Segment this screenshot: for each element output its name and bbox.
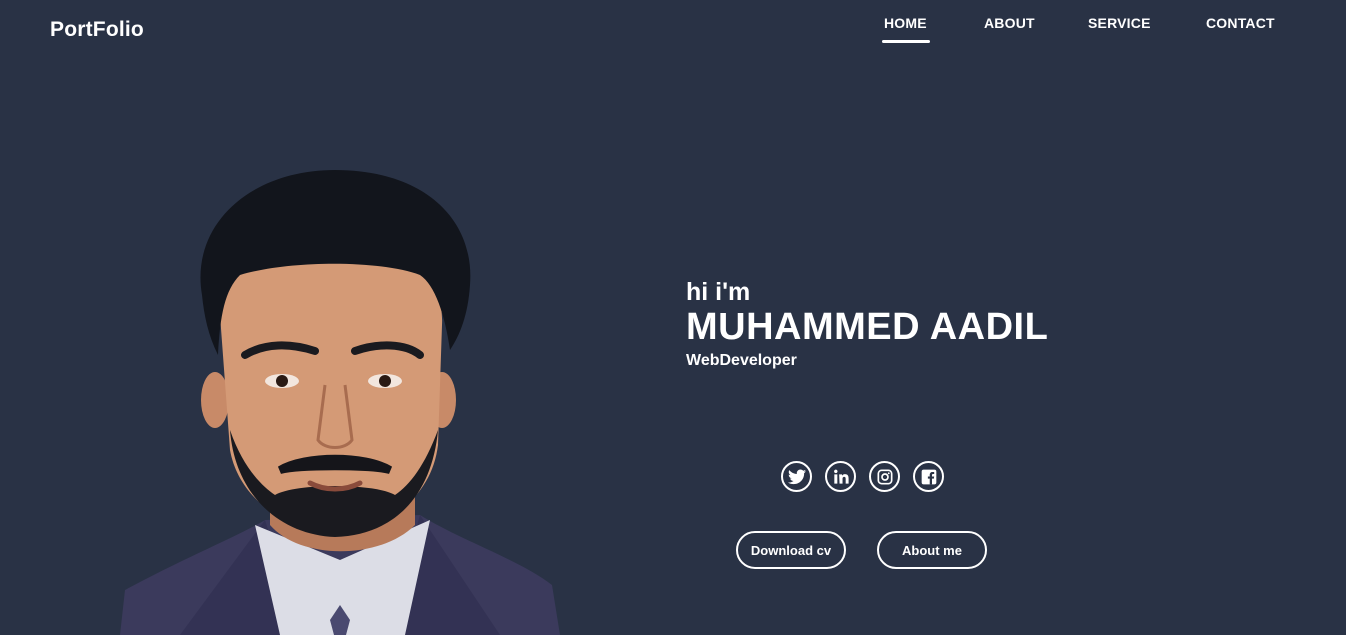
portfolio-page: PortFolio HOME ABOUT SERVICE CONTACT hi … [0,0,1346,635]
social-links [781,461,944,492]
download-cv-button[interactable]: Download cv [736,531,846,569]
facebook-icon[interactable] [913,461,944,492]
linkedin-icon[interactable] [825,461,856,492]
hero-role: WebDeveloper [686,352,797,369]
nav-about[interactable]: ABOUT [984,15,1035,31]
greeting-text: hi i'm [686,278,751,306]
nav-service[interactable]: SERVICE [1088,15,1151,31]
nav-contact[interactable]: CONTACT [1206,15,1275,31]
about-me-button[interactable]: About me [877,531,987,569]
active-nav-indicator [882,40,930,43]
hero-intro: hi i'm MUHAMMED AADIL WebDeveloper [686,278,1048,372]
profile-photo [120,170,560,635]
twitter-icon[interactable] [781,461,812,492]
nav-home[interactable]: HOME [884,15,927,31]
instagram-icon[interactable] [869,461,900,492]
hero-name: MUHAMMED AADIL [686,306,1049,348]
main-nav: HOME ABOUT SERVICE CONTACT [0,15,1346,45]
